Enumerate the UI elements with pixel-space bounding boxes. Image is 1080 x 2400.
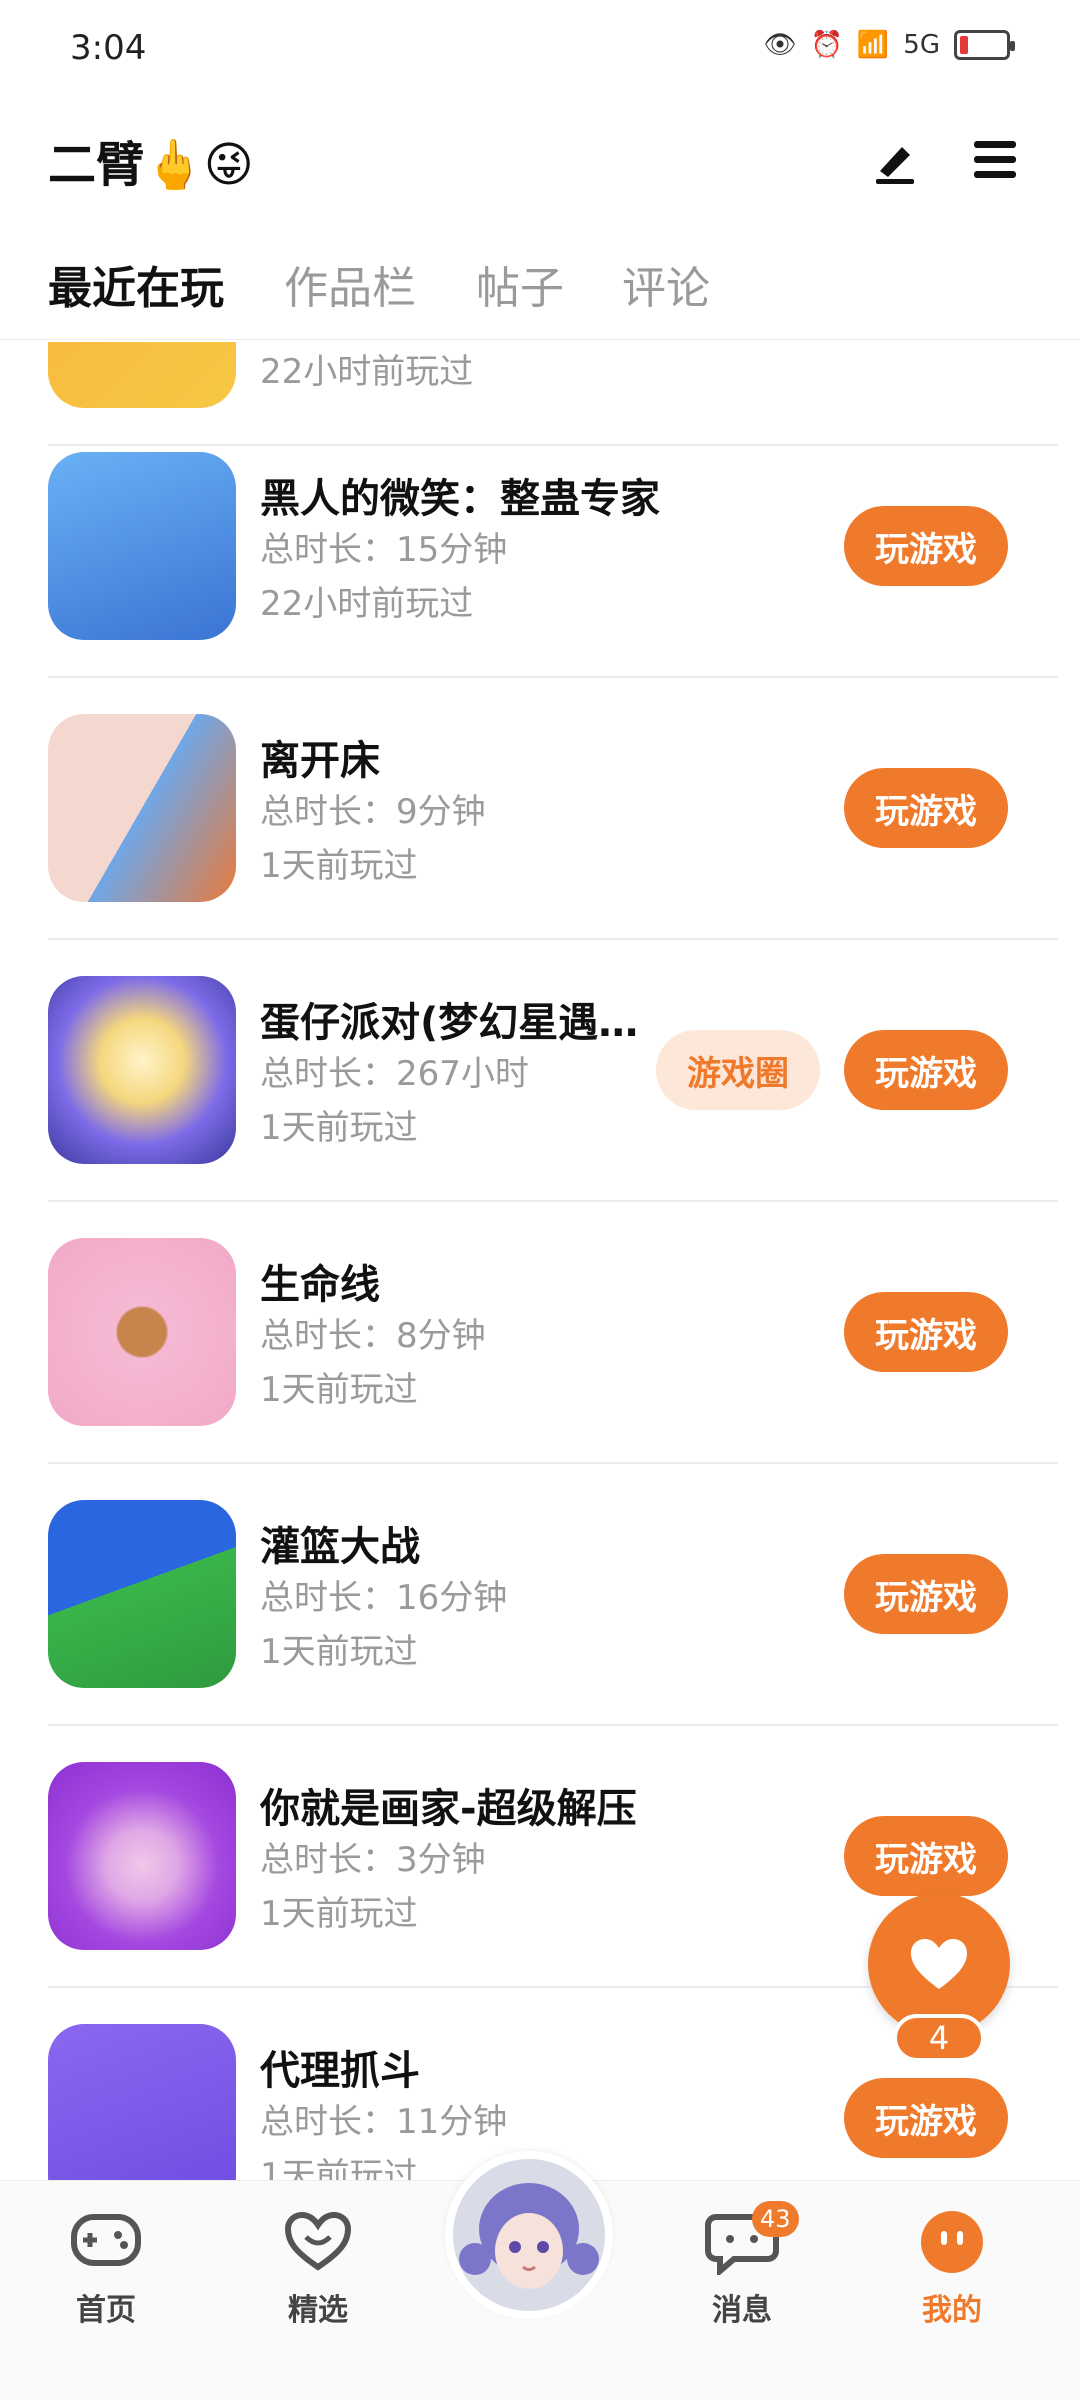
game-title: 生命线 bbox=[260, 1262, 380, 1308]
tab-recently-played[interactable]: 最近在玩 bbox=[48, 252, 224, 316]
wifi-icon: 📶 bbox=[856, 30, 890, 60]
game-title: 你就是画家-超级解压 bbox=[260, 1786, 637, 1832]
bottom-nav: 首页 精选 43 消息 我的 bbox=[0, 2151, 1080, 2400]
me-face-icon bbox=[921, 2211, 983, 2273]
game-title: 黑人的微笑：整蛊专家 bbox=[260, 476, 660, 522]
status-time: 3:04 bbox=[70, 28, 147, 68]
tab-comments[interactable]: 评论 bbox=[622, 252, 710, 316]
game-last-played: 1天前玩过 bbox=[260, 1632, 418, 1672]
game-icon bbox=[48, 452, 236, 640]
battery-icon bbox=[954, 30, 1015, 60]
play-button[interactable]: 玩游戏 bbox=[844, 1554, 1008, 1634]
game-icon bbox=[48, 714, 236, 902]
heart-outline-icon bbox=[284, 2211, 352, 2271]
nav-home-label: 首页 bbox=[76, 2293, 136, 2328]
game-last-played: 1天前玩过 bbox=[260, 1108, 418, 1148]
game-title: 蛋仔派对(梦幻星遇... bbox=[260, 1000, 640, 1046]
game-duration: 总时长：15分钟 bbox=[260, 530, 508, 570]
list-item[interactable]: 灌篮大战 总时长：16分钟 1天前玩过 玩游戏 bbox=[48, 1464, 1058, 1726]
nav-messages-label: 消息 bbox=[712, 2293, 772, 2328]
signal-label: 5G bbox=[903, 30, 940, 60]
game-icon bbox=[48, 1238, 236, 1426]
gamepad-icon bbox=[71, 2214, 141, 2266]
edit-button[interactable] bbox=[860, 125, 930, 195]
profile-header: 二臂🖕😜 bbox=[0, 110, 1080, 210]
game-icon bbox=[48, 342, 236, 408]
profile-tabs: 最近在玩 作品栏 帖子 评论 bbox=[0, 240, 1080, 340]
game-icon bbox=[48, 1500, 236, 1688]
game-title: 代理抓斗 bbox=[260, 2048, 420, 2094]
avatar bbox=[453, 2159, 605, 2311]
game-last-played: 1天前玩过 bbox=[260, 1894, 418, 1934]
game-last-played: 1天前玩过 bbox=[260, 2156, 418, 2182]
play-button[interactable]: 玩游戏 bbox=[844, 506, 1008, 586]
play-button[interactable]: 玩游戏 bbox=[844, 1816, 1008, 1896]
alarm-icon: ⏰ bbox=[810, 30, 843, 60]
profile-emoji: 🖕😜 bbox=[144, 137, 254, 193]
list-item[interactable]: 离开床 总时长：9分钟 1天前玩过 玩游戏 bbox=[48, 678, 1058, 940]
game-duration: 总时长：16分钟 bbox=[260, 1578, 508, 1618]
list-item[interactable]: 蛋仔派对(梦幻星遇... 总时长：267小时 1天前玩过 游戏圈 玩游戏 bbox=[48, 940, 1058, 1202]
game-duration: 总时长：11分钟 bbox=[260, 2102, 508, 2142]
status-bar: 3:04 👁 ⏰ 📶 5G bbox=[0, 0, 1080, 100]
game-last-played: 1天前玩过 bbox=[260, 846, 418, 886]
nav-home[interactable]: 首页 bbox=[36, 2209, 176, 2329]
list-item[interactable]: 生命线 总时长：8分钟 1天前玩过 玩游戏 bbox=[48, 1202, 1058, 1464]
avatar-button[interactable] bbox=[445, 2151, 613, 2319]
game-title: 灌篮大战 bbox=[260, 1524, 420, 1570]
profile-name: 二臂🖕😜 bbox=[48, 125, 254, 195]
game-duration: 总时长：3分钟 bbox=[260, 1840, 486, 1880]
game-last-played: 1天前玩过 bbox=[260, 1370, 418, 1410]
messages-badge: 43 bbox=[752, 2201, 799, 2237]
play-button[interactable]: 玩游戏 bbox=[844, 1292, 1008, 1372]
list-item[interactable]: 黑人的微笑：整蛊专家 总时长：15分钟 22小时前玩过 玩游戏 bbox=[48, 416, 1058, 678]
hamburger-icon bbox=[974, 141, 1016, 178]
nav-featured[interactable]: 精选 bbox=[248, 2209, 388, 2329]
nav-featured-label: 精选 bbox=[288, 2293, 348, 2328]
game-last-played: 22小时前玩过 bbox=[260, 352, 474, 392]
game-last-played: 22小时前玩过 bbox=[260, 584, 474, 624]
tab-works[interactable]: 作品栏 bbox=[284, 252, 416, 316]
pen-icon bbox=[876, 147, 914, 184]
profile-name-text: 二臂 bbox=[48, 137, 145, 193]
tab-posts[interactable]: 帖子 bbox=[476, 252, 564, 316]
game-duration: 总时长：267小时 bbox=[260, 1054, 529, 1094]
game-circle-button[interactable]: 游戏圈 bbox=[656, 1030, 820, 1110]
heart-icon bbox=[911, 1939, 967, 1989]
nav-me-label: 我的 bbox=[922, 2293, 982, 2328]
game-duration: 总时长：9分钟 bbox=[260, 792, 486, 832]
status-icons: 👁 ⏰ 📶 5G bbox=[763, 30, 1015, 60]
eye-icon: 👁 bbox=[763, 30, 797, 60]
game-icon bbox=[48, 2024, 236, 2182]
play-button[interactable]: 玩游戏 bbox=[844, 768, 1008, 848]
like-count: 4 bbox=[893, 2014, 985, 2062]
menu-button[interactable] bbox=[960, 125, 1030, 195]
play-button[interactable]: 玩游戏 bbox=[844, 1030, 1008, 1110]
nav-messages[interactable]: 43 消息 bbox=[672, 2201, 812, 2329]
game-icon bbox=[48, 1762, 236, 1950]
game-duration: 总时长：8分钟 bbox=[260, 1316, 486, 1356]
nav-me[interactable]: 我的 bbox=[882, 2209, 1022, 2329]
game-title: 离开床 bbox=[260, 738, 380, 784]
play-button[interactable]: 玩游戏 bbox=[844, 2078, 1008, 2158]
game-icon bbox=[48, 976, 236, 1164]
